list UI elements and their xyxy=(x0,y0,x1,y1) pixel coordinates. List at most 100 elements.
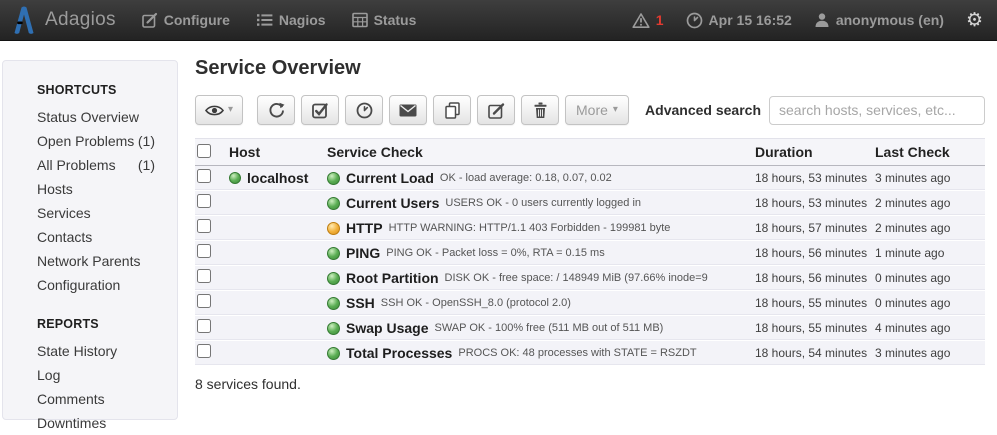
last-check-cell: 3 minutes ago xyxy=(873,166,985,191)
chevron-down-icon: ▾ xyxy=(228,105,233,115)
duration-cell: 18 hours, 54 minutes xyxy=(753,341,873,366)
service-detail: PING OK - Packet loss = 0%, RTA = 0.15 m… xyxy=(386,247,604,259)
clock-schedule-icon xyxy=(356,102,373,119)
service-link[interactable]: PING xyxy=(346,245,380,261)
more-button[interactable]: More ▾ xyxy=(565,95,629,125)
main-content: Service Overview ▾ xyxy=(195,57,985,392)
item-badge: (1) xyxy=(138,133,155,149)
adagios-logo-icon xyxy=(12,6,36,34)
service-status-ball xyxy=(327,347,340,360)
service-link[interactable]: Swap Usage xyxy=(346,320,428,336)
search-input[interactable] xyxy=(769,96,985,125)
row-checkbox[interactable] xyxy=(197,344,211,358)
sidebar-section-reports: REPORTS xyxy=(37,317,177,331)
table-icon xyxy=(352,12,368,28)
service-link[interactable]: Current Users xyxy=(346,195,439,211)
nav-item-nagios[interactable]: Nagios xyxy=(256,12,326,28)
service-link[interactable]: HTTP xyxy=(346,220,383,236)
copy-button[interactable] xyxy=(433,95,471,125)
last-check-cell: 4 minutes ago xyxy=(873,316,985,341)
table-row: Current Users USERS OK - 0 users currentl… xyxy=(195,191,985,216)
col-header-service: Service Check xyxy=(325,139,753,166)
row-checkbox[interactable] xyxy=(197,194,211,208)
row-checkbox[interactable] xyxy=(197,219,211,233)
col-header-duration: Duration xyxy=(753,139,873,166)
host-link[interactable]: localhost xyxy=(247,170,308,186)
service-detail: USERS OK - 0 users currently logged in xyxy=(445,197,641,209)
notification-button[interactable] xyxy=(389,95,427,125)
sidebar: SHORTCUTS Status Overview Open Problems … xyxy=(2,60,178,420)
sidebar-item-hosts[interactable]: Hosts xyxy=(37,177,177,201)
reschedule-button[interactable] xyxy=(345,95,383,125)
item-badge: (1) xyxy=(138,157,155,173)
brand[interactable]: Adagios xyxy=(0,6,130,34)
row-checkbox[interactable] xyxy=(197,244,211,258)
service-detail: SWAP OK - 100% free (511 MB out of 511 M… xyxy=(434,322,663,334)
service-status-ball xyxy=(327,297,340,310)
sidebar-item-all-problems[interactable]: All Problems (1) xyxy=(37,153,177,177)
service-detail: SSH OK - OpenSSH_8.0 (protocol 2.0) xyxy=(381,297,571,309)
services-table: Host Service Check Duration Last Check l… xyxy=(195,138,985,366)
acknowledge-button[interactable] xyxy=(301,95,339,125)
sidebar-item-comments[interactable]: Comments xyxy=(37,387,177,411)
nav-item-status[interactable]: Status xyxy=(352,12,417,28)
refresh-icon xyxy=(268,102,285,119)
gear-icon[interactable]: ⚙ xyxy=(966,11,983,30)
table-row: localhost Current Load OK - load average:… xyxy=(195,166,985,191)
sidebar-item-services[interactable]: Services xyxy=(37,201,177,225)
delete-button[interactable] xyxy=(521,95,559,125)
advanced-search-area: Advanced search xyxy=(645,96,985,125)
sidebar-item-log[interactable]: Log xyxy=(37,363,177,387)
table-header-row: Host Service Check Duration Last Check xyxy=(195,139,985,166)
service-link[interactable]: Current Load xyxy=(346,170,434,186)
navbar-right: 1 Apr 15 16:52 anonymous (en) ⚙ xyxy=(632,11,997,30)
last-check-cell: 2 minutes ago xyxy=(873,216,985,241)
sidebar-item-state-history[interactable]: State History xyxy=(37,339,177,363)
service-status-ball xyxy=(327,222,340,235)
clock-status[interactable]: Apr 15 16:52 xyxy=(686,12,792,29)
last-check-cell: 0 minutes ago xyxy=(873,291,985,316)
service-link[interactable]: Total Processes xyxy=(346,345,452,361)
duration-cell: 18 hours, 53 minutes xyxy=(753,191,873,216)
refresh-button[interactable] xyxy=(257,95,295,125)
table-row: Root Partition DISK OK - free space: / 14… xyxy=(195,266,985,291)
top-navbar: Adagios Configure xyxy=(0,0,997,41)
row-checkbox[interactable] xyxy=(197,319,211,333)
user-icon xyxy=(814,12,830,28)
brand-name: Adagios xyxy=(45,9,116,31)
view-options-button[interactable]: ▾ xyxy=(195,95,243,125)
duration-cell: 18 hours, 53 minutes xyxy=(753,166,873,191)
select-all-checkbox[interactable] xyxy=(197,144,211,158)
service-status-ball xyxy=(327,197,340,210)
advanced-search-label: Advanced search xyxy=(645,102,761,118)
alerts-count: 1 xyxy=(656,12,664,28)
results-count: 8 services found. xyxy=(195,376,985,392)
sidebar-item-status-overview[interactable]: Status Overview xyxy=(37,105,177,129)
last-check-cell: 3 minutes ago xyxy=(873,341,985,366)
user-menu[interactable]: anonymous (en) xyxy=(814,12,944,28)
row-checkbox[interactable] xyxy=(197,269,211,283)
table-row: SSHSSH OK - OpenSSH_8.0 (protocol 2.0) 1… xyxy=(195,291,985,316)
toolbar: ▾ xyxy=(195,95,985,125)
service-link[interactable]: SSH xyxy=(346,295,375,311)
sidebar-item-network-parents[interactable]: Network Parents xyxy=(37,249,177,273)
edit-button[interactable] xyxy=(477,95,515,125)
service-link[interactable]: Root Partition xyxy=(346,270,439,286)
sidebar-item-configuration[interactable]: Configuration xyxy=(37,273,177,297)
sidebar-item-downtimes[interactable]: Downtimes xyxy=(37,411,177,435)
nav-item-configure[interactable]: Configure xyxy=(142,12,230,28)
sidebar-item-open-problems[interactable]: Open Problems (1) xyxy=(37,129,177,153)
service-status-ball xyxy=(327,322,340,335)
last-check-cell: 0 minutes ago xyxy=(873,266,985,291)
service-detail: OK - load average: 0.18, 0.07, 0.02 xyxy=(440,172,612,184)
alerts-indicator[interactable]: 1 xyxy=(632,12,664,29)
sidebar-item-contacts[interactable]: Contacts xyxy=(37,225,177,249)
nav-item-label: Configure xyxy=(164,12,230,28)
list-icon xyxy=(256,12,273,28)
service-detail: DISK OK - free space: / 148949 MiB (97.6… xyxy=(445,272,708,284)
row-checkbox[interactable] xyxy=(197,169,211,183)
row-checkbox[interactable] xyxy=(197,294,211,308)
eye-icon xyxy=(205,104,224,117)
page-title: Service Overview xyxy=(195,57,985,80)
duration-cell: 18 hours, 55 minutes xyxy=(753,316,873,341)
